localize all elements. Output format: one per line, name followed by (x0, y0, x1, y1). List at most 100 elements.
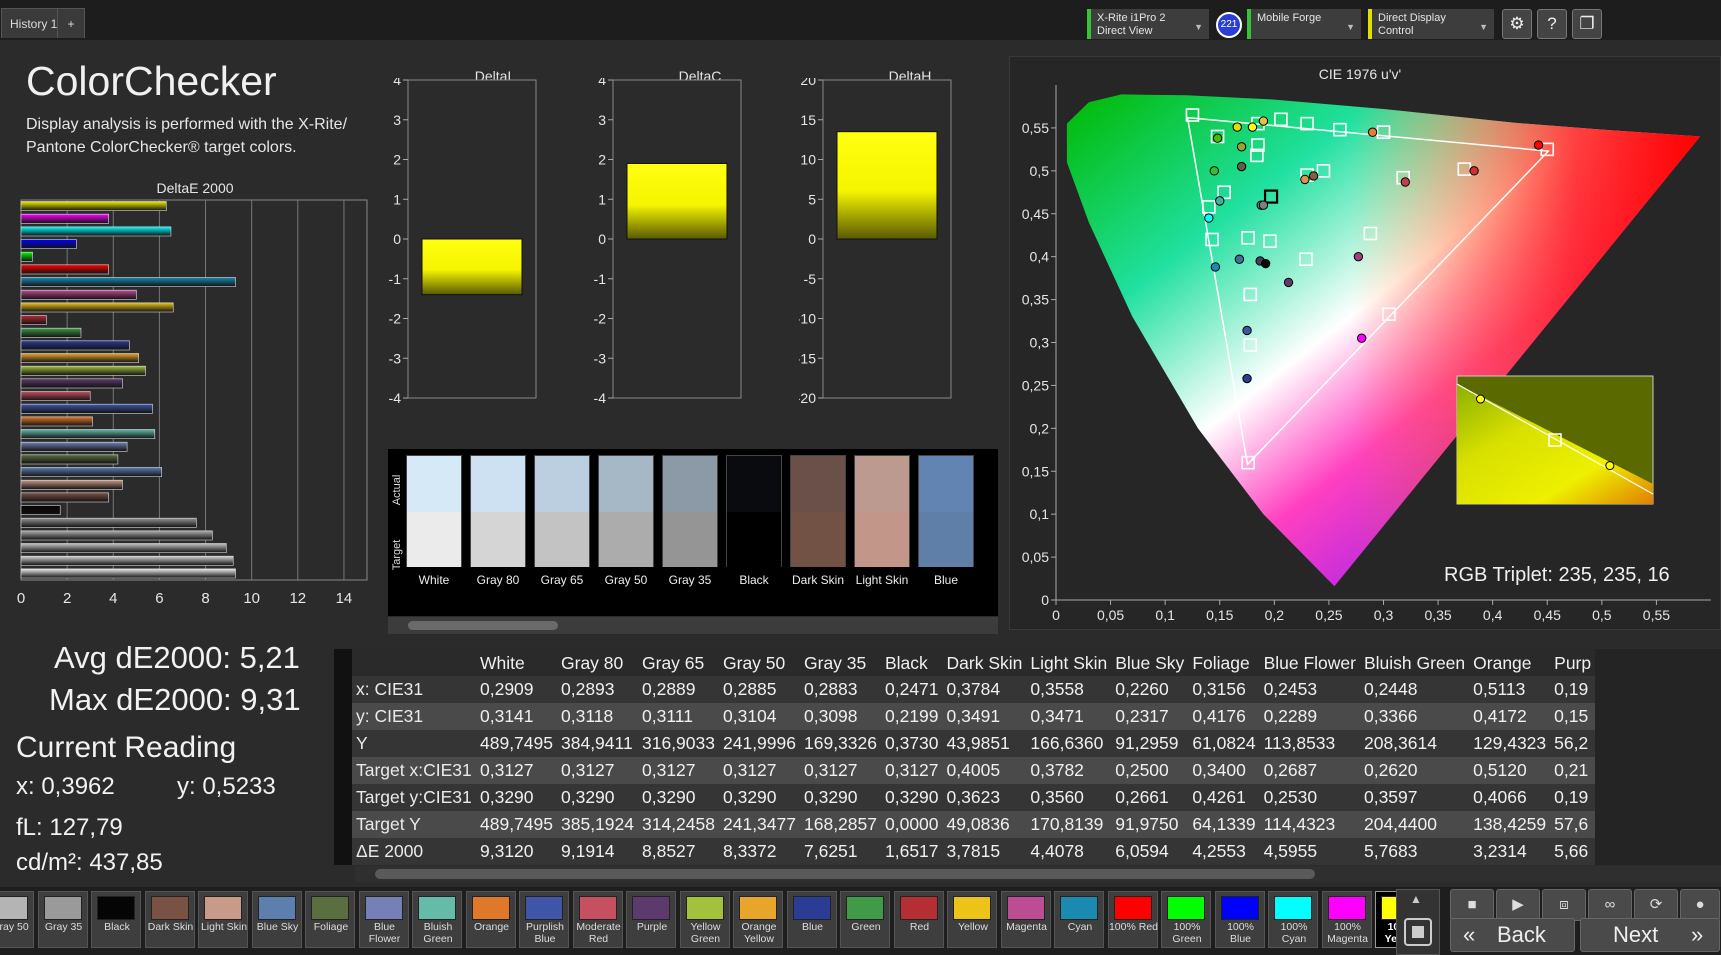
patch-swatch (1327, 896, 1366, 920)
patch-button[interactable]: Light Skin (198, 891, 248, 948)
gear-icon: ⚙ (1509, 14, 1525, 33)
patch-swatch (525, 896, 563, 920)
reading-control-group: ▲ (1396, 889, 1440, 955)
column-header[interactable]: Gray 35 (800, 649, 881, 676)
measurement-point (1247, 122, 1258, 132)
column-header[interactable]: Light Skin (1026, 649, 1112, 676)
patch-button[interactable]: Blue (786, 891, 837, 948)
patch-button[interactable]: 100% Blue (1214, 891, 1265, 948)
next-button[interactable]: Next » (1580, 918, 1720, 952)
page-title: ColorChecker (26, 58, 277, 104)
loop-button[interactable]: ∞ (1588, 889, 1632, 921)
table-cell: 0,3730 (881, 730, 943, 757)
patch-label: Gray 35 (44, 921, 83, 933)
column-header[interactable]: White (476, 649, 557, 676)
measurement-point (1242, 373, 1252, 384)
patch-button[interactable]: 100% Green (1161, 891, 1211, 948)
continuous-measure-button[interactable]: ⧈ (1542, 889, 1586, 921)
table-horizontal-scrollbar[interactable] (355, 866, 1721, 882)
restore-window-button[interactable]: ❐ (1572, 9, 1602, 39)
swatch-label: White (418, 573, 450, 587)
record-stop-button[interactable] (1404, 918, 1432, 946)
column-header[interactable]: Gray 80 (557, 649, 638, 676)
play-button[interactable]: ▶ (1496, 889, 1540, 921)
patch-button[interactable]: Green (840, 891, 890, 948)
table-cell: 61,0824 (1188, 730, 1260, 757)
column-header[interactable]: Blue Sky (1111, 649, 1189, 676)
patch-label: Yellow Green (690, 921, 721, 945)
patch-label: Blue (801, 921, 823, 933)
add-tab-button[interactable]: + (57, 8, 85, 38)
back-button[interactable]: « Back (1450, 918, 1575, 952)
patch-button[interactable]: Cyan (1054, 891, 1104, 948)
patch-button[interactable]: Blue Sky (251, 891, 302, 948)
patch-button[interactable]: Yellow (947, 891, 997, 948)
column-header[interactable]: Blue Flower (1259, 649, 1360, 676)
table-cell: 0,2889 (638, 676, 719, 703)
table-cell: 0,3491 (942, 703, 1027, 730)
measurement-point (1400, 177, 1411, 187)
column-header[interactable]: Orange (1469, 649, 1551, 676)
patch-button[interactable]: Purple (626, 891, 676, 948)
arrow-up-icon[interactable]: ▲ (1410, 892, 1422, 906)
table-cell: 0,3290 (719, 784, 800, 811)
patch-button[interactable]: 100% Cyan (1268, 891, 1318, 948)
record-button[interactable]: ● (1680, 889, 1720, 921)
patch-button[interactable]: Orange (465, 891, 516, 948)
patch-button[interactable]: Gray 35 (37, 891, 88, 948)
patch-button[interactable]: Foliage (305, 891, 355, 948)
delta-y-tick-label: 10 (800, 152, 816, 168)
stop-button[interactable]: ■ (1450, 889, 1494, 921)
delta-y-tick-label: -10 (799, 311, 816, 327)
patch-button[interactable]: Red (893, 891, 944, 948)
workflow-dropdown[interactable]: Mobile Forge ▼ (1247, 9, 1361, 39)
patch-button[interactable]: 100% Magenta (1321, 891, 1372, 948)
patch-button[interactable]: Dark Skin (144, 891, 195, 948)
column-header[interactable]: Gray 50 (719, 649, 800, 676)
scrollbar-thumb[interactable] (408, 621, 558, 630)
patch-label: Cyan (1067, 921, 1093, 933)
patch-button[interactable]: Moderate Red (572, 891, 623, 948)
table-cell: 241,3477 (719, 811, 800, 838)
play-icon: ▶ (1512, 896, 1524, 913)
patch-button[interactable]: Orange Yellow (733, 891, 783, 948)
table-cell: 241,9996 (719, 730, 800, 757)
swatch-target (599, 512, 653, 567)
meter-badge[interactable]: 221 (1216, 12, 1242, 38)
column-header[interactable]: Black (881, 649, 943, 676)
column-header[interactable]: Dark Skin (942, 649, 1027, 676)
table-cell: 0,4176 (1188, 703, 1260, 730)
patch-button[interactable]: Black (91, 891, 141, 948)
table-cell: 168,2857 (800, 811, 881, 838)
deltal-bar-chart: 4 3 2 1 0 -1 -2 -3 -4 (389, 78, 537, 406)
swatch-scrollbar[interactable] (388, 617, 998, 634)
table-cell: 170,8139 (1026, 811, 1112, 838)
column-header[interactable]: Purp (1550, 649, 1596, 676)
swatch-pair (662, 455, 718, 567)
patch-button[interactable]: Blue Flower (358, 891, 409, 948)
patch-swatch (0, 896, 28, 920)
measurement-point (1232, 122, 1242, 132)
patch-button[interactable]: 100% Red (1107, 891, 1158, 948)
display-control-dropdown[interactable]: Direct Display Control ▼ (1368, 9, 1494, 39)
swatch-target (407, 512, 461, 567)
patch-button[interactable]: Magenta (1000, 891, 1051, 948)
table-cell: 0,3471 (1026, 703, 1112, 730)
meter-dropdown[interactable]: X-Rite i1Pro 2 Direct View ▼ (1087, 9, 1209, 39)
settings-button[interactable]: ⚙ (1502, 9, 1532, 39)
help-button[interactable]: ? (1537, 9, 1567, 39)
refresh-button[interactable]: ⟳ (1634, 889, 1678, 921)
patch-label: Black (104, 921, 130, 933)
column-header[interactable]: Bluish Green (1359, 649, 1470, 676)
patch-button[interactable]: Yellow Green (679, 891, 730, 948)
deltae-bar (20, 365, 146, 376)
patch-button[interactable]: Gray 50 (0, 891, 34, 948)
scrollbar-thumb[interactable] (375, 869, 1315, 879)
patch-button[interactable]: Bluish Green (412, 891, 462, 948)
column-header[interactable]: Gray 65 (638, 649, 719, 676)
patch-button[interactable]: Purplish Blue (519, 891, 569, 948)
column-header[interactable]: Foliage (1188, 649, 1260, 676)
row-label: x: CIE31 (352, 676, 476, 703)
cie-y-tick-label: 0,45 (1022, 206, 1049, 222)
table-cell: 64,1339 (1188, 811, 1260, 838)
